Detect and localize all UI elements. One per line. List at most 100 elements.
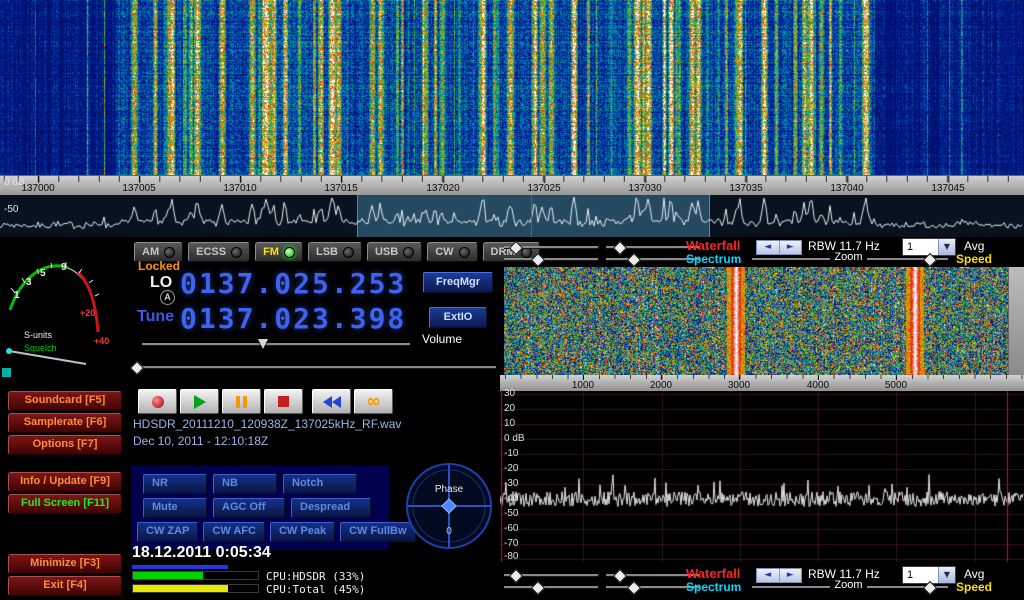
zoom-slider-handle[interactable] — [923, 253, 937, 267]
rewind-button[interactable] — [312, 389, 351, 414]
hdsdr-window: 137000 137005 137010 137015 137020 13702… — [0, 0, 1024, 600]
squelch-indicator[interactable] — [2, 368, 11, 377]
avg-label-2: Avg — [964, 567, 984, 581]
zoom-slider[interactable]: Zoom — [752, 252, 948, 264]
pause-button[interactable] — [222, 389, 261, 414]
slider-handle[interactable] — [627, 581, 641, 595]
waterfall-tab[interactable]: Waterfall — [686, 238, 740, 253]
s-meter-label-1: 1 — [14, 290, 20, 301]
rx-db-label: -20 — [504, 463, 518, 474]
slider-handle[interactable] — [531, 253, 545, 267]
tune-marker-line[interactable] — [531, 195, 532, 237]
slider-handle[interactable] — [531, 581, 545, 595]
play-button[interactable] — [180, 389, 219, 414]
mode-ecss-button[interactable]: ECSS — [188, 242, 250, 262]
rf-gain-slider-handle[interactable] — [130, 361, 144, 375]
waterfall-brightness-slider-2[interactable] — [504, 569, 598, 581]
s-meter-label-5: 5 — [40, 268, 46, 279]
frequency-scale[interactable]: 137000 137005 137010 137015 137020 13702… — [0, 175, 1024, 195]
overview-spectrum[interactable] — [0, 195, 1024, 237]
cw-afc-button[interactable]: CW AFC — [203, 522, 265, 542]
slider-handle[interactable] — [627, 253, 641, 267]
cw-led-icon — [459, 247, 470, 258]
mode-cw-button[interactable]: CW — [427, 242, 477, 262]
freqmgr-button[interactable]: FreqMgr — [423, 272, 493, 293]
s-meter-green-arc — [10, 266, 68, 310]
mute-button[interactable]: Mute — [143, 498, 207, 518]
mode-usb-button[interactable]: USB — [367, 242, 422, 262]
freq-label: 137000 — [21, 183, 54, 194]
agc-button[interactable]: AGC Off — [213, 498, 285, 518]
spectrum-tab[interactable]: Spectrum — [686, 252, 741, 266]
am-led-icon — [164, 247, 175, 258]
cw-peak-button[interactable]: CW Peak — [270, 522, 335, 542]
mode-fm-button[interactable]: FM — [255, 242, 303, 262]
rf-gain-slider[interactable] — [132, 361, 496, 373]
s-meter-label-3: 3 — [26, 277, 32, 288]
waterfall-tab-2[interactable]: Waterfall — [686, 566, 740, 581]
options-button[interactable]: Options [F7] — [8, 435, 122, 455]
volume-slider-handle[interactable] — [258, 339, 268, 349]
rx-waterfall-display[interactable] — [504, 267, 1008, 375]
cpu-total-fill — [133, 585, 228, 592]
lo-sync-badge[interactable]: A — [160, 290, 175, 305]
rx-db-label: 30 — [504, 388, 515, 399]
rx-axis-label: 3000 — [728, 380, 750, 391]
exit-button[interactable]: Exit [F4] — [8, 576, 122, 596]
lsb-led-icon — [343, 247, 354, 258]
mode-button-row: AM ECSS FM LSB USB CW DRM — [134, 242, 540, 262]
stop-button[interactable] — [264, 389, 303, 414]
cpu-hdsdr-fill — [133, 572, 203, 579]
spectrum-range-upper-slider[interactable] — [504, 253, 598, 265]
minimize-button[interactable]: Minimize [F3] — [8, 554, 122, 574]
tune-frequency-display[interactable]: 0137.023.398 — [180, 302, 406, 335]
playback-position-bar[interactable] — [132, 565, 228, 569]
info-update-button[interactable]: Info / Update [F9] — [8, 472, 122, 492]
zoom-slider-handle[interactable] — [923, 581, 937, 595]
rx-spectrum-display[interactable] — [500, 391, 1024, 562]
rx-axis-label: 2000 — [650, 380, 672, 391]
rx-axis-ticks — [500, 375, 1024, 379]
despread-button[interactable]: Despread — [291, 498, 371, 518]
rx-axis-label: 4000 — [807, 380, 829, 391]
rx-db-label: -70 — [504, 538, 518, 549]
notch-button[interactable]: Notch — [283, 474, 357, 494]
s-meter-label-40: +40 — [94, 336, 109, 346]
nb-button[interactable]: NB — [213, 474, 277, 494]
spectrum-range-upper-slider-2[interactable] — [504, 581, 598, 593]
rx-frequency-axis[interactable]: 1000 2000 3000 4000 5000 — [500, 375, 1024, 391]
avg-label: Avg — [964, 239, 984, 253]
cw-zap-button[interactable]: CW ZAP — [137, 522, 198, 542]
mode-lsb-button[interactable]: LSB — [308, 242, 362, 262]
phase-label: Phase — [435, 484, 464, 495]
record-icon — [152, 396, 164, 408]
samplerate-button[interactable]: Samplerate [F6] — [8, 413, 122, 433]
s-meter-arc — [10, 266, 98, 332]
recording-timestamp: Dec 10, 2011 - 12:10:18Z — [133, 434, 268, 448]
rx-db-label: 20 — [504, 403, 515, 414]
lo-frequency-display[interactable]: 0137.025.253 — [180, 267, 406, 300]
fm-led-icon — [284, 247, 295, 258]
zoom-label-2: Zoom — [830, 579, 866, 591]
freq-label: 137035 — [729, 183, 762, 194]
rx-axis-label: 1000 — [572, 380, 594, 391]
spectrum-tab-2[interactable]: Spectrum — [686, 580, 741, 594]
freq-label: 137010 — [223, 183, 256, 194]
rx-axis-label: 5000 — [885, 380, 907, 391]
nr-button[interactable]: NR — [143, 474, 207, 494]
main-waterfall-display[interactable] — [0, 0, 1024, 175]
freq-label: 137015 — [324, 183, 357, 194]
record-button[interactable] — [138, 389, 177, 414]
volume-slider[interactable] — [142, 338, 410, 350]
extio-button[interactable]: ExtIO — [429, 307, 487, 328]
recording-filename: HDSDR_20111210_120938Z_137025kHz_RF.wav — [133, 417, 401, 431]
zoom-slider-2[interactable]: Zoom — [752, 580, 948, 592]
freq-label: 137025 — [527, 183, 560, 194]
rx-db-label: -30 — [504, 478, 518, 489]
waterfall-brightness-slider[interactable] — [504, 241, 598, 253]
fullscreen-button[interactable]: Full Screen [F11] — [8, 494, 122, 514]
soundcard-button[interactable]: Soundcard [F5] — [8, 391, 122, 411]
loop-button[interactable]: ∞ — [354, 389, 393, 414]
phase-value: 0 — [446, 526, 452, 537]
tune-label: Tune — [137, 308, 174, 326]
